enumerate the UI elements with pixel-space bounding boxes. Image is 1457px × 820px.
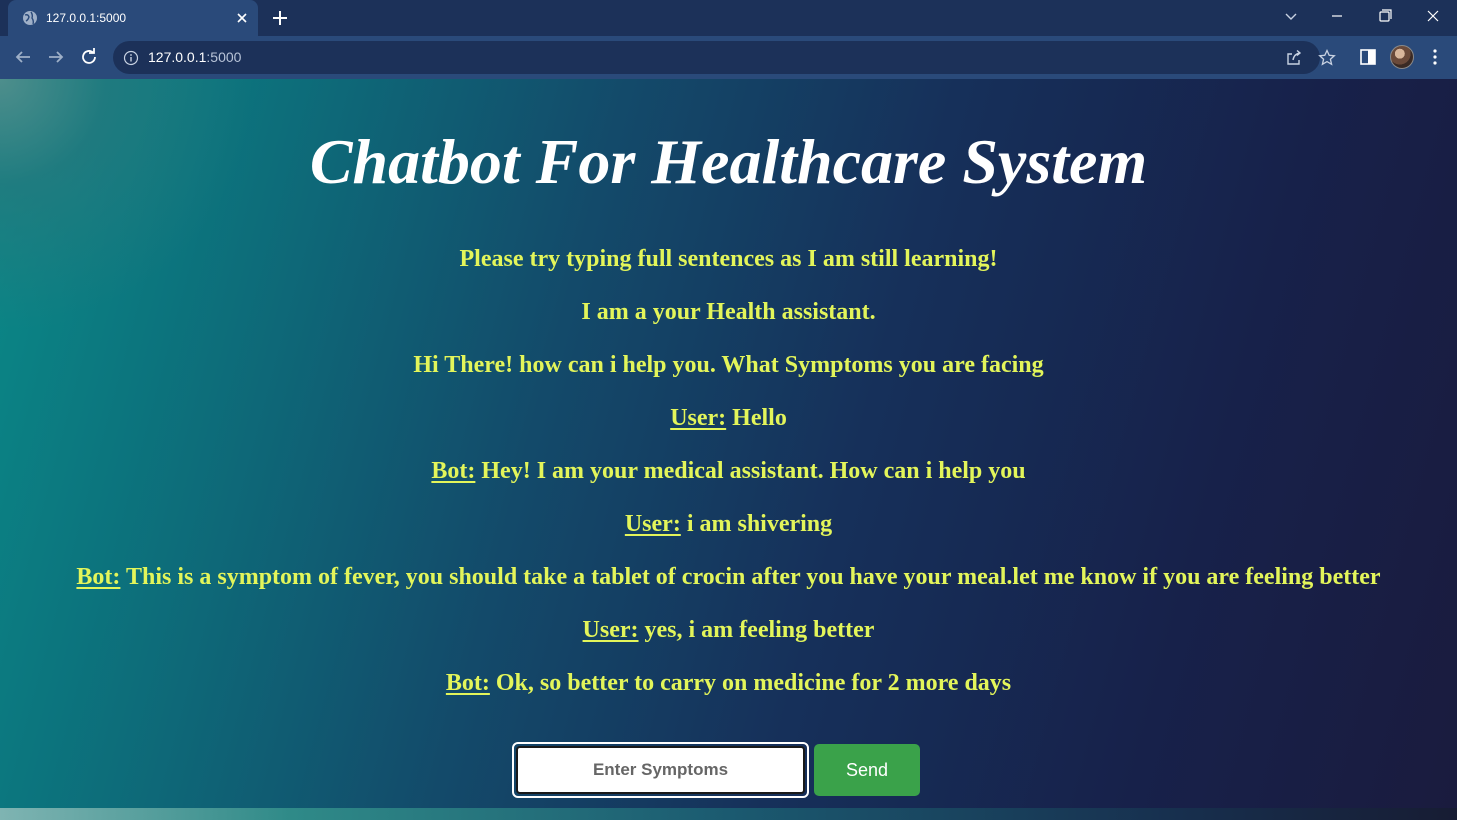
message-text: Please try typing full sentences as I am…: [459, 246, 998, 272]
info-icon[interactable]: [123, 50, 139, 66]
symptom-input[interactable]: [516, 746, 805, 794]
chat-line: Bot: Hey! I am your medical assistant. H…: [0, 451, 1457, 504]
message-text: This is a symptom of fever, you should t…: [120, 564, 1381, 590]
address-bar[interactable]: 127.0.0.1:5000: [113, 41, 1336, 74]
url-text: 127.0.0.1:5000: [148, 49, 241, 65]
close-tab-icon[interactable]: [232, 8, 252, 28]
speaker-label: Bot:: [445, 670, 490, 696]
tab-title: 127.0.0.1:5000: [46, 11, 127, 25]
chat-log: Please try typing full sentences as I am…: [0, 239, 1457, 716]
restore-icon[interactable]: [1371, 4, 1399, 28]
speaker-label: User:: [624, 511, 681, 537]
chat-line: Hi There! how can i help you. What Sympt…: [0, 345, 1457, 398]
reload-icon[interactable]: [77, 45, 101, 69]
more-options-icon[interactable]: [1424, 46, 1446, 68]
chat-line: Please try typing full sentences as I am…: [0, 239, 1457, 292]
horizontal-scrollbar[interactable]: [0, 808, 1457, 820]
browser-toolbar: 127.0.0.1:5000: [0, 36, 1457, 79]
browser-tab[interactable]: 127.0.0.1:5000: [8, 0, 258, 36]
globe-icon: [23, 11, 37, 25]
profile-avatar[interactable]: [1390, 45, 1414, 69]
bookmark-star-icon[interactable]: [1317, 48, 1337, 68]
message-text: Hi There! how can i help you. What Sympt…: [413, 352, 1044, 378]
page-title: Chatbot For Healthcare System: [309, 126, 1148, 197]
chat-line: User: i am shivering: [0, 504, 1457, 557]
tab-search-icon[interactable]: [1277, 4, 1305, 28]
url-port: :5000: [206, 49, 242, 65]
close-window-icon[interactable]: [1419, 4, 1447, 28]
back-arrow-icon[interactable]: [11, 45, 35, 69]
speaker-label: Bot:: [76, 564, 121, 590]
send-button[interactable]: Send: [814, 744, 920, 796]
message-text: Hey! I am your medical assistant. How ca…: [475, 458, 1026, 484]
browser-titlebar: 127.0.0.1:5000: [0, 0, 1457, 36]
speaker-label: User:: [582, 617, 639, 643]
chat-line: User: Hello: [0, 398, 1457, 451]
message-text: I am a your Health assistant.: [581, 299, 876, 325]
symptom-input-frame: [512, 742, 809, 798]
minimize-icon[interactable]: [1323, 4, 1351, 28]
message-text: yes, i am feeling better: [638, 617, 875, 643]
message-text: i am shivering: [680, 511, 833, 537]
chat-line: Bot: Ok, so better to carry on medicine …: [0, 663, 1457, 716]
chat-line: I am a your Health assistant.: [0, 292, 1457, 345]
forward-arrow-icon[interactable]: [44, 45, 68, 69]
chat-line: Bot: This is a symptom of fever, you sho…: [0, 557, 1457, 610]
message-text: Ok, so better to carry on medicine for 2…: [489, 670, 1012, 696]
speaker-label: Bot:: [431, 458, 476, 484]
new-tab-icon[interactable]: [268, 6, 292, 30]
url-host: 127.0.0.1: [148, 49, 207, 65]
speaker-label: User:: [670, 405, 727, 431]
message-text: Hello: [726, 405, 787, 431]
side-panel-icon[interactable]: [1357, 46, 1379, 68]
page-viewport: Chatbot For Healthcare System Please try…: [0, 79, 1457, 820]
share-icon[interactable]: [1284, 48, 1304, 68]
chat-line: User: yes, i am feeling better: [0, 610, 1457, 663]
